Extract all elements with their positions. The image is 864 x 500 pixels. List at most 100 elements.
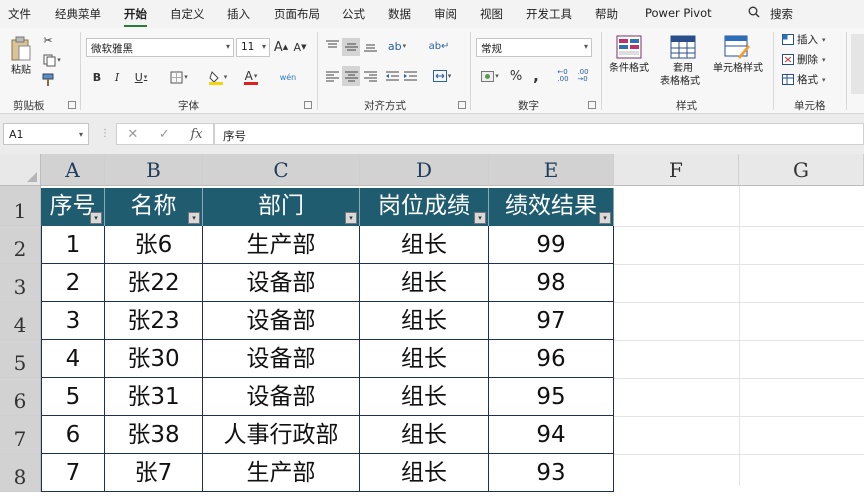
clipboard-launcher-icon[interactable] [68, 101, 76, 109]
table-cell[interactable]: 组长 [360, 416, 489, 454]
format-as-table-icon[interactable] [668, 34, 698, 60]
font-size-select[interactable]: 11 ▾ [236, 38, 270, 57]
fill-color-icon[interactable]: ▾ [204, 68, 232, 86]
paste-label[interactable]: 粘贴 [6, 64, 36, 77]
tab-view[interactable]: 视图 [480, 6, 503, 22]
wrap-text-icon[interactable]: ab↵ [429, 38, 450, 54]
table-cell[interactable]: 生产部 [203, 226, 360, 264]
copy-icon[interactable]: ▾ [40, 52, 64, 68]
tab-help[interactable]: 帮助 [595, 6, 618, 22]
merge-center-icon[interactable]: ▾ [428, 68, 456, 84]
increase-decimal-icon[interactable]: ←0.00 [554, 68, 572, 84]
format-painter-icon[interactable] [40, 72, 56, 88]
column-header-g[interactable]: G [739, 154, 864, 186]
table-cell[interactable]: 生产部 [203, 454, 360, 492]
row-header-3[interactable]: 3 [0, 264, 41, 302]
row-header-7[interactable]: 7 [0, 416, 41, 454]
table-cell[interactable]: 97 [489, 302, 614, 340]
table-cell[interactable]: 7 [41, 454, 105, 492]
table-cell[interactable]: 5 [41, 378, 105, 416]
select-all-button[interactable] [0, 154, 41, 186]
align-center-icon[interactable] [342, 66, 360, 86]
table-cell[interactable]: 组长 [360, 340, 489, 378]
table-cell[interactable]: 94 [489, 416, 614, 454]
insert-function-icon[interactable]: fx [190, 127, 202, 142]
orientation-icon[interactable]: ab ▾ [384, 38, 410, 54]
cell-styles-label[interactable]: 单元格样式 [708, 62, 768, 75]
align-left-icon[interactable] [324, 68, 340, 84]
table-cell[interactable]: 组长 [360, 264, 489, 302]
table-cell[interactable]: 96 [489, 340, 614, 378]
align-middle-icon[interactable] [342, 38, 360, 56]
number-launcher-icon[interactable] [588, 101, 596, 109]
conditional-formatting-icon[interactable] [614, 34, 644, 60]
column-header-d[interactable]: D [360, 154, 489, 186]
align-top-icon[interactable] [324, 38, 340, 54]
table-cell[interactable]: 设备部 [203, 264, 360, 302]
font-color-button[interactable]: A ▾ [238, 68, 264, 86]
formula-input[interactable]: 序号 [214, 123, 864, 145]
header-cell[interactable]: 绩效结果 ▾ [489, 188, 614, 226]
tab-home[interactable]: 开始 [124, 6, 147, 27]
tab-developer[interactable]: 开发工具 [526, 6, 572, 22]
conditional-formatting-label[interactable]: 条件格式 [604, 62, 654, 75]
shrink-font-button[interactable]: A ▼ [292, 38, 308, 56]
row-header-4[interactable]: 4 [0, 302, 41, 340]
row-header-2[interactable]: 2 [0, 226, 41, 264]
header-cell[interactable]: 岗位成绩 ▾ [360, 188, 489, 226]
table-cell[interactable]: 2 [41, 264, 105, 302]
filter-dropdown-icon[interactable]: ▾ [188, 212, 200, 224]
font-name-select[interactable]: 微软雅黑 ▾ [86, 38, 234, 57]
search-icon[interactable] [748, 6, 760, 21]
insert-cells-button[interactable]: 插入 ▾ [782, 32, 826, 47]
row-header-8[interactable]: 8 [0, 454, 41, 492]
ribbon-overflow[interactable] [851, 34, 864, 94]
enter-icon[interactable]: ✓ [159, 127, 170, 142]
search-label[interactable]: 搜索 [770, 6, 793, 22]
table-cell[interactable]: 1 [41, 226, 105, 264]
table-cell[interactable]: 张38 [105, 416, 203, 454]
table-cell[interactable]: 设备部 [203, 340, 360, 378]
format-as-table-label-1[interactable]: 套用 [658, 62, 708, 75]
currency-icon[interactable]: ▾ [478, 68, 502, 84]
header-cell[interactable]: 名称 ▾ [105, 188, 203, 226]
comma-button[interactable]: , [528, 67, 544, 85]
table-cell[interactable]: 张30 [105, 340, 203, 378]
table-cell[interactable]: 张22 [105, 264, 203, 302]
filter-dropdown-icon[interactable]: ▾ [599, 212, 611, 224]
format-cells-button[interactable]: 格式 ▾ [782, 72, 826, 87]
column-header-e[interactable]: E [489, 154, 614, 186]
number-format-select[interactable]: 常规 ▾ [476, 38, 592, 57]
delete-cells-button[interactable]: 删除 ▾ [782, 52, 826, 67]
tab-classic-menu[interactable]: 经典菜单 [55, 6, 101, 22]
tab-insert[interactable]: 插入 [227, 6, 250, 22]
row-header-5[interactable]: 5 [0, 340, 41, 378]
column-header-c[interactable]: C [203, 154, 360, 186]
column-header-f[interactable]: F [614, 154, 739, 186]
tab-formulas[interactable]: 公式 [342, 6, 365, 22]
tab-review[interactable]: 审阅 [434, 6, 457, 22]
table-cell[interactable]: 4 [41, 340, 105, 378]
cell-styles-icon[interactable] [722, 34, 752, 60]
header-cell[interactable]: 序号 ▾ [41, 188, 105, 226]
underline-button[interactable]: U ▾ [128, 68, 154, 86]
grow-font-button[interactable]: A ▲ [273, 38, 289, 56]
table-cell[interactable]: 98 [489, 264, 614, 302]
filter-dropdown-icon[interactable]: ▾ [345, 212, 357, 224]
decrease-indent-icon[interactable] [384, 68, 400, 84]
table-cell[interactable]: 张23 [105, 302, 203, 340]
column-header-b[interactable]: B [105, 154, 203, 186]
align-right-icon[interactable] [362, 68, 378, 84]
filter-dropdown-icon[interactable]: ▾ [474, 212, 486, 224]
table-cell[interactable]: 设备部 [203, 302, 360, 340]
tab-file[interactable]: 文件 [8, 6, 31, 22]
table-cell[interactable]: 组长 [360, 454, 489, 492]
name-box[interactable]: A1 ▾ [3, 123, 89, 145]
row-header-6[interactable]: 6 [0, 378, 41, 416]
paste-icon[interactable] [6, 34, 36, 64]
table-cell[interactable]: 93 [489, 454, 614, 492]
align-bottom-icon[interactable] [362, 38, 378, 54]
cut-icon[interactable]: ✂ [40, 32, 56, 48]
tab-customize[interactable]: 自定义 [170, 6, 205, 22]
italic-button[interactable]: I [110, 68, 124, 86]
